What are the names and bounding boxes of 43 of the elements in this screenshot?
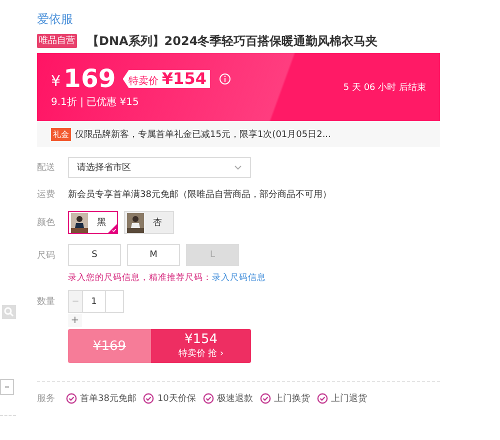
dash-icon[interactable] bbox=[0, 379, 14, 395]
size-hint-text: 录入您的尺码信息，精准推荐尺码： bbox=[68, 273, 212, 283]
countdown-text: 5 天 06 小时 后结束 bbox=[343, 82, 426, 94]
search-icon[interactable] bbox=[2, 305, 16, 319]
chevron-down-icon bbox=[234, 165, 242, 170]
check-circle-icon bbox=[143, 393, 154, 404]
service-item: 首单38元免邮 bbox=[80, 392, 136, 405]
service-item: 极速退款 bbox=[216, 392, 253, 405]
quantity-field[interactable]: 1 bbox=[83, 291, 106, 312]
service-item: 上门换货 bbox=[274, 392, 310, 405]
check-circle-icon bbox=[202, 393, 214, 404]
size-option[interactable]: M bbox=[127, 244, 180, 266]
check-circle-icon bbox=[316, 393, 328, 404]
field-label: 颜色 bbox=[37, 216, 56, 229]
notice-text: 仅限品牌新客，专属首单礼金已减15元，限享1次(01月05日2... bbox=[75, 128, 331, 140]
buy-button[interactable]: ¥154 特卖价 抢 › bbox=[151, 329, 251, 363]
info-icon[interactable] bbox=[219, 73, 232, 85]
brand-link[interactable]: 爱依服 bbox=[37, 11, 440, 27]
discount-text: 9.1折 | 已优惠 ¥15 bbox=[51, 96, 140, 109]
color-option[interactable]: 杏 bbox=[124, 211, 174, 234]
size-info-link[interactable]: 录入尺码信息 bbox=[212, 273, 266, 283]
field-label: 数量 bbox=[37, 296, 56, 308]
field-label: 尺码 bbox=[37, 250, 56, 262]
field-label: 配送 bbox=[37, 162, 56, 174]
check-circle-icon bbox=[66, 393, 77, 404]
field-label: 服务 bbox=[37, 392, 56, 405]
size-option[interactable]: S bbox=[68, 244, 121, 266]
original-price-button[interactable]: ¥169 bbox=[68, 329, 151, 363]
color-option[interactable]: 黑 bbox=[68, 211, 118, 234]
store-badge: 唯品自营 bbox=[37, 34, 77, 48]
service-item: 10天价保 bbox=[157, 392, 196, 405]
selected-corner-icon bbox=[108, 224, 117, 233]
currency-sign: ¥ bbox=[51, 72, 61, 90]
service-item: 上门退货 bbox=[330, 392, 367, 405]
original-price: 169 bbox=[64, 65, 116, 93]
shipping-text: 新会员专享首单满38元免邮（限唯品自营商品，部分商品不可用） bbox=[68, 188, 332, 201]
check-circle-icon bbox=[260, 393, 271, 404]
field-label: 运费 bbox=[37, 188, 56, 201]
increase-button[interactable]: + bbox=[68, 314, 82, 327]
gift-tag: 礼金 bbox=[51, 128, 71, 140]
special-price-tag: 特卖价 ¥154 bbox=[122, 70, 210, 88]
region-select[interactable]: 请选择省市区 bbox=[68, 157, 251, 178]
product-title: 【DNA系列】2024冬季轻巧百搭保暖通勤风棉衣马夹 bbox=[87, 32, 378, 50]
